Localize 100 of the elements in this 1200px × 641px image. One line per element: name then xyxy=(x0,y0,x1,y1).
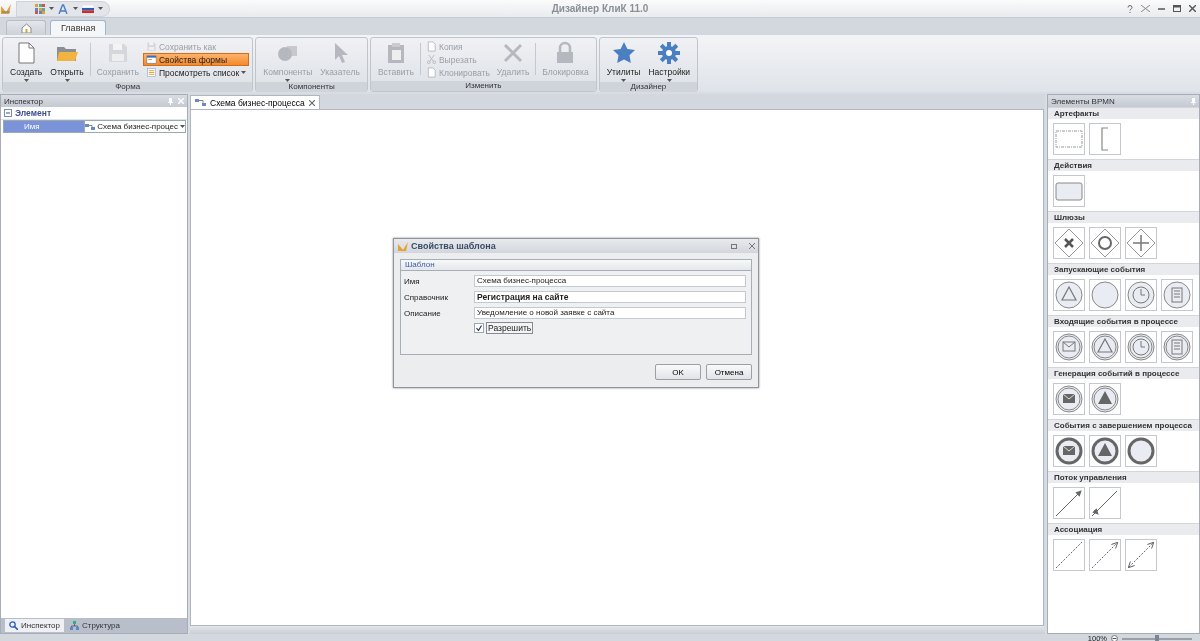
triangle-circle-icon xyxy=(1090,332,1120,362)
plus-diamond-icon xyxy=(1126,228,1156,258)
palette-tile[interactable] xyxy=(1089,123,1121,155)
palette-tile[interactable] xyxy=(1053,227,1085,259)
home-tab[interactable] xyxy=(6,20,46,35)
checkbox-label[interactable]: Разрешить xyxy=(486,322,534,334)
group-title: Компоненты xyxy=(256,82,367,92)
palette-tile[interactable] xyxy=(1053,175,1085,207)
section-title: Поток управления xyxy=(1048,471,1199,483)
horizontal-scrollbar[interactable] xyxy=(190,626,1045,634)
palette-tile[interactable] xyxy=(1053,383,1085,415)
check-icon xyxy=(476,325,482,331)
dashed-line-icon xyxy=(1054,540,1084,570)
dropdown-icon xyxy=(180,125,185,128)
help-icon xyxy=(1127,4,1133,13)
field-label: Описание xyxy=(403,308,442,318)
palette-tile[interactable] xyxy=(1053,435,1085,467)
section-title: Генерация событий в процессе xyxy=(1048,367,1199,379)
caret-icon xyxy=(49,7,54,10)
triangle-circle-icon xyxy=(1054,280,1084,310)
page-icon xyxy=(425,67,437,78)
palette-tile[interactable] xyxy=(1125,539,1157,571)
section-title: Входящие события в процессе xyxy=(1048,315,1199,327)
document-circle-icon xyxy=(1162,332,1192,362)
group-title: Шаблон xyxy=(401,260,751,271)
double-arrow-icon xyxy=(1126,540,1156,570)
field-label: Справочник xyxy=(403,292,449,302)
close-icon xyxy=(1189,4,1196,12)
section-title: Ассоциация xyxy=(1048,523,1199,535)
circle-icon xyxy=(1126,436,1156,466)
list-icon xyxy=(145,67,157,78)
envelope-circle-icon xyxy=(1054,332,1084,362)
settings-icon xyxy=(657,41,682,65)
palette-tile[interactable] xyxy=(1089,227,1121,259)
pin-icon xyxy=(1191,97,1196,105)
maximize-icon xyxy=(1173,4,1181,12)
input-field[interactable]: Регистрация на сайте xyxy=(474,291,746,303)
palette-tile[interactable] xyxy=(1089,331,1121,363)
palette-tile[interactable] xyxy=(1053,279,1085,311)
document-circle-icon xyxy=(1162,280,1192,310)
ribbon-button[interactable]: Утилиты xyxy=(602,39,645,82)
section-title: Артефакты xyxy=(1048,107,1199,119)
palette-tile[interactable] xyxy=(1053,331,1085,363)
close-icon xyxy=(178,97,184,104)
group-title: Дизайнер xyxy=(599,82,698,92)
font-icon xyxy=(58,3,69,14)
input-field[interactable]: Схема бизнес-процесса xyxy=(474,275,746,287)
ribbon-button[interactable]: Создать xyxy=(6,39,47,82)
dialog-button[interactable]: OK xyxy=(655,364,701,380)
palette-tile[interactable] xyxy=(1053,123,1085,155)
floppy-icon xyxy=(145,41,157,52)
property-value: Схема бизнес-процес xyxy=(97,122,178,131)
page-icon xyxy=(425,41,437,52)
ribbon-button[interactable]: Настройки xyxy=(644,39,695,82)
triangle-circle-icon xyxy=(1090,384,1120,414)
caret-icon xyxy=(73,7,78,10)
triangle-circle-icon xyxy=(1090,436,1120,466)
field-label: Имя xyxy=(403,276,421,286)
tree-icon xyxy=(70,621,79,630)
checkbox[interactable] xyxy=(474,323,484,333)
caret-icon xyxy=(241,71,247,74)
group-label: Элемент xyxy=(15,108,52,118)
section-title: Шлюзы xyxy=(1048,211,1199,223)
slider-thumb[interactable] xyxy=(1155,634,1159,641)
ribbon-button[interactable]: Открыть xyxy=(46,39,88,82)
palette-tile[interactable] xyxy=(1125,331,1157,363)
grid-icon xyxy=(35,3,45,14)
palette-tile[interactable] xyxy=(1125,279,1157,311)
section-title: События с завершением процесса xyxy=(1048,419,1199,431)
window-icon xyxy=(145,54,157,65)
palette-tile[interactable] xyxy=(1125,227,1157,259)
arrow-icon xyxy=(1054,488,1084,518)
ribbon-tab[interactable]: Главная xyxy=(50,20,107,35)
palette-tile[interactable] xyxy=(1089,435,1121,467)
dialog-button[interactable]: Отмена xyxy=(706,364,752,380)
close-icon xyxy=(749,243,755,249)
zoom-slider[interactable] xyxy=(1122,637,1192,640)
palette-tile[interactable] xyxy=(1125,435,1157,467)
palette-tile[interactable] xyxy=(1089,539,1121,571)
window-title: Дизайнер КлиК 11.0 xyxy=(551,3,649,14)
palette-tile[interactable] xyxy=(1089,383,1121,415)
panel-title: Инспектор xyxy=(4,96,44,106)
circle-icon xyxy=(1090,280,1120,310)
palette-tile[interactable] xyxy=(1161,279,1193,311)
input-field[interactable]: Уведомление о новой заявке с сайта xyxy=(474,307,746,319)
pin-icon xyxy=(168,97,173,105)
ribbon-button[interactable]: Свойства формы xyxy=(142,53,250,66)
document-tab[interactable]: Схема бизнес-процесса xyxy=(190,95,320,109)
dashed-arrow-icon xyxy=(1090,540,1120,570)
palette-tile[interactable] xyxy=(1053,539,1085,571)
flag-icon xyxy=(82,4,94,13)
panel-tab[interactable]: Инспектор xyxy=(5,619,64,632)
ribbon-button[interactable]: Просмотреть список xyxy=(142,66,250,79)
palette-tile[interactable] xyxy=(1053,487,1085,519)
section-title: Действия xyxy=(1048,159,1199,171)
app-icon xyxy=(0,2,12,15)
palette-tile[interactable] xyxy=(1089,487,1121,519)
clock-circle-icon xyxy=(1126,280,1156,310)
palette-tile[interactable] xyxy=(1161,331,1193,363)
palette-tile[interactable] xyxy=(1089,279,1121,311)
